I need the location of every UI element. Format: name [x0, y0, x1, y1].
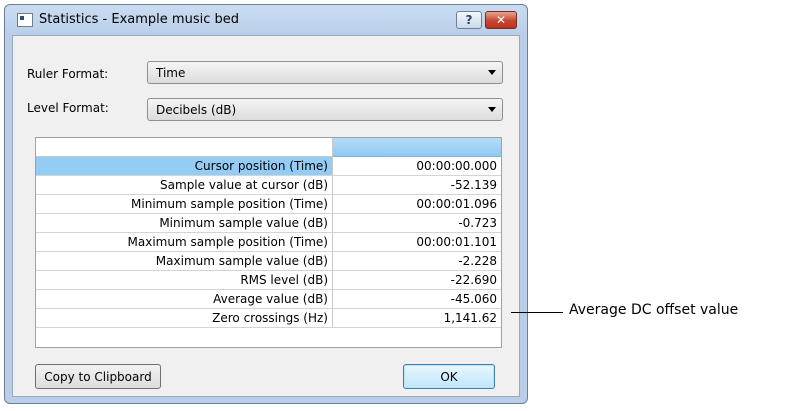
stat-name: RMS level (dB)	[36, 271, 333, 290]
statistics-dialog: Statistics - Example music bed ? ✕ Ruler…	[4, 4, 528, 404]
stat-name: Maximum sample value (dB)	[36, 252, 333, 271]
table-row[interactable]: Minimum sample value (dB) -0.723	[36, 214, 501, 233]
table-row[interactable]: Maximum sample value (dB) -2.228	[36, 252, 501, 271]
stat-name: Cursor position (Time)	[36, 157, 333, 176]
stat-value: 00:00:01.096	[333, 195, 501, 214]
stat-name: Minimum sample value (dB)	[36, 214, 333, 233]
callout-label: Average DC offset value	[569, 302, 739, 318]
stat-value: -52.139	[333, 176, 501, 195]
copy-to-clipboard-button[interactable]: Copy to Clipboard	[35, 364, 161, 389]
stat-value: -0.723	[333, 214, 501, 233]
chevron-down-icon	[488, 70, 496, 75]
grid-header-name-cell	[36, 138, 333, 157]
stat-name: Maximum sample position (Time)	[36, 233, 333, 252]
table-row[interactable]: Maximum sample position (Time) 00:00:01.…	[36, 233, 501, 252]
chevron-down-icon	[488, 107, 496, 112]
grid-header	[36, 138, 501, 157]
stat-name: Average value (dB)	[36, 290, 333, 309]
dialog-body: Ruler Format: Time Level Format: Decibel…	[12, 35, 520, 397]
stat-value: 1,141.62	[333, 309, 501, 328]
table-row[interactable]: Cursor position (Time) 00:00:00.000	[36, 157, 501, 176]
ok-button[interactable]: OK	[403, 364, 495, 389]
stat-value: 00:00:01.101	[333, 233, 501, 252]
close-button[interactable]: ✕	[485, 11, 517, 29]
stat-value: -22.690	[333, 271, 501, 290]
callout-line	[511, 312, 563, 313]
ruler-format-value: Time	[156, 66, 186, 80]
table-row[interactable]: Average value (dB) -45.060	[36, 290, 501, 309]
ruler-format-select[interactable]: Time	[147, 61, 503, 84]
table-row[interactable]: RMS level (dB) -22.690	[36, 271, 501, 290]
title-bar[interactable]: Statistics - Example music bed ? ✕	[5, 5, 527, 35]
level-format-label: Level Format:	[27, 101, 109, 115]
help-button[interactable]: ?	[456, 11, 482, 29]
dialog-title: Statistics - Example music bed	[39, 12, 239, 27]
app-window-icon	[17, 13, 33, 27]
stat-name: Minimum sample position (Time)	[36, 195, 333, 214]
table-row[interactable]: Sample value at cursor (dB) -52.139	[36, 176, 501, 195]
stat-value: -2.228	[333, 252, 501, 271]
stat-value: -45.060	[333, 290, 501, 309]
stat-name: Sample value at cursor (dB)	[36, 176, 333, 195]
grid-header-value-cell	[333, 138, 501, 157]
level-format-value: Decibels (dB)	[156, 103, 237, 117]
ruler-format-label: Ruler Format:	[27, 67, 109, 81]
stat-value: 00:00:00.000	[333, 157, 501, 176]
level-format-select[interactable]: Decibels (dB)	[147, 98, 503, 121]
statistics-grid[interactable]: Cursor position (Time) 00:00:00.000 Samp…	[35, 137, 502, 348]
table-row[interactable]: Minimum sample position (Time) 00:00:01.…	[36, 195, 501, 214]
stat-name: Zero crossings (Hz)	[36, 309, 333, 328]
table-row[interactable]: Zero crossings (Hz) 1,141.62	[36, 309, 501, 328]
